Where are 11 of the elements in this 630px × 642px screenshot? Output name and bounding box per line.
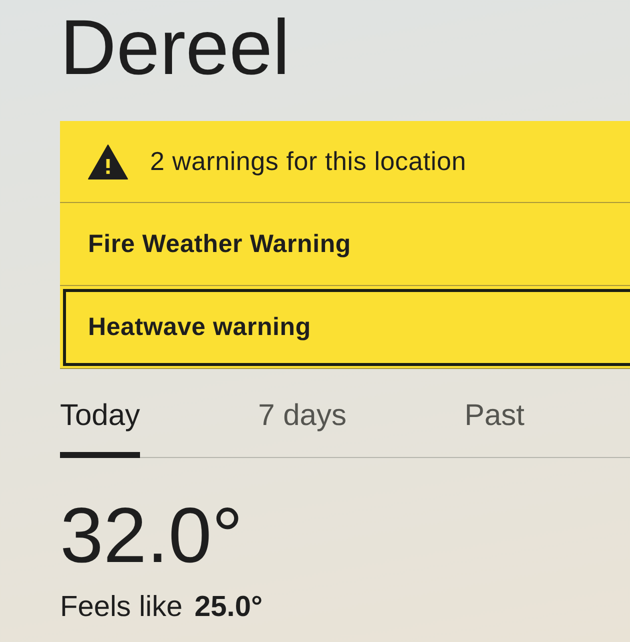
feels-like-label: Feels like bbox=[60, 590, 182, 624]
warning-icon bbox=[88, 144, 128, 180]
location-title: Dereel bbox=[60, 8, 290, 86]
forecast-tab[interactable]: 7 days bbox=[258, 398, 346, 458]
warnings-summary: 2 warnings for this location bbox=[150, 146, 466, 177]
forecast-tab[interactable]: Today bbox=[60, 398, 140, 458]
feels-like-value: 25.0° bbox=[194, 590, 263, 624]
forecast-tab[interactable]: Past bbox=[464, 398, 524, 458]
warning-link[interactable]: Heatwave warning bbox=[60, 286, 630, 369]
temperature-reading: 32.0° bbox=[60, 496, 244, 574]
warning-link[interactable]: Fire Weather Warning bbox=[60, 203, 630, 286]
